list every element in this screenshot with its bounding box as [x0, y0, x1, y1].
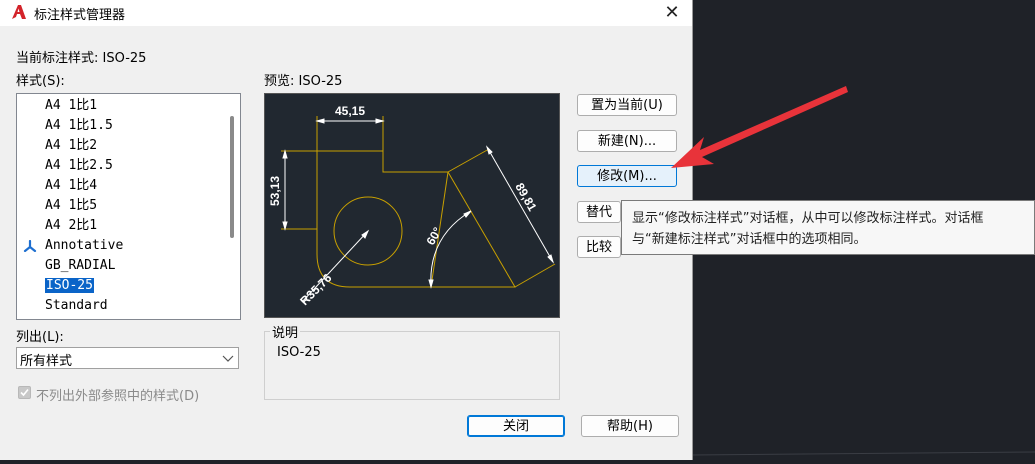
- description-text: ISO-25: [277, 345, 321, 360]
- close-icon[interactable]: ✕: [660, 2, 684, 24]
- autocad-logo-icon: [12, 5, 26, 19]
- list-item[interactable]: GB_RADIAL: [45, 256, 115, 276]
- list-item[interactable]: Standard: [45, 296, 108, 316]
- dim-top-text: 45,15: [335, 104, 365, 118]
- preview-drawing: 45,15 53,13 89,81 60° R35,76: [268, 104, 556, 308]
- checkmark-icon: [20, 388, 29, 397]
- help-button[interactable]: 帮助(H): [581, 415, 679, 437]
- xref-checkbox-label: 不列出外部参照中的样式(D): [36, 389, 200, 404]
- list-item-selected[interactable]: ISO-25: [44, 276, 95, 296]
- styles-label: 样式(S):: [16, 74, 65, 89]
- window-title: 标注样式管理器: [34, 8, 126, 23]
- list-filter-label: 列出(L):: [16, 330, 64, 345]
- scrollbar-thumb[interactable]: [230, 116, 234, 238]
- list-item[interactable]: A4 1比1: [45, 96, 97, 116]
- annotative-icon: [23, 240, 37, 252]
- list-item[interactable]: A4 1比4: [45, 176, 97, 196]
- description-title: 说明: [270, 322, 301, 341]
- list-item[interactable]: A4 1比5: [45, 196, 97, 216]
- xref-checkbox[interactable]: [18, 386, 31, 399]
- list-item[interactable]: A4 1比1.5: [45, 116, 113, 136]
- new-button[interactable]: 新建(N)...: [577, 130, 677, 152]
- description-box: ISO-25: [264, 331, 560, 400]
- styles-scrollbar[interactable]: [223, 94, 240, 319]
- dimension-style-manager-dialog: 标注样式管理器 ✕ 当前标注样式: ISO-25 样式(S): A4 1比1 A…: [0, 0, 693, 460]
- tooltip-line-2: 与“新建标注样式”对话框中的选项相同。: [632, 232, 867, 247]
- current-style-label: 当前标注样式: ISO-25: [16, 51, 147, 66]
- list-item[interactable]: A4 1比2.5: [45, 156, 113, 176]
- list-item[interactable]: A4 2比1: [45, 216, 97, 236]
- modify-button[interactable]: 修改(M)...: [577, 165, 677, 187]
- override-button[interactable]: 替代: [577, 201, 621, 223]
- close-button[interactable]: 关闭: [467, 415, 565, 437]
- dim-left-text: 53,13: [268, 176, 282, 206]
- dim-right-text: 89,81: [512, 181, 539, 214]
- chevron-down-icon: [222, 355, 234, 362]
- styles-list[interactable]: A4 1比1 A4 1比1.5 A4 1比2 A4 1比2.5 A4 1比4 A…: [16, 93, 241, 320]
- modify-tooltip: 显示“修改标注样式”对话框，从中可以修改标注样式。对话框 与“新建标注样式”对话…: [621, 200, 1035, 255]
- title-bar: 标注样式管理器 ✕: [0, 0, 692, 26]
- preview-label: 预览: ISO-25: [264, 74, 343, 89]
- compare-button[interactable]: 比较: [577, 236, 621, 258]
- tooltip-line-1: 显示“修改标注样式”对话框，从中可以修改标注样式。对话框: [632, 211, 984, 226]
- list-filter-value: 所有样式: [20, 354, 73, 369]
- list-item[interactable]: Annotative: [45, 236, 123, 256]
- set-current-button[interactable]: 置为当前(U): [577, 94, 677, 116]
- style-preview: 45,15 53,13 89,81 60° R35,76: [264, 93, 560, 318]
- list-filter-select[interactable]: 所有样式: [16, 347, 239, 369]
- dim-angle-text: 60°: [423, 225, 444, 248]
- dim-radius-text: R35,76: [297, 271, 334, 308]
- list-item[interactable]: A4 1比2: [45, 136, 97, 156]
